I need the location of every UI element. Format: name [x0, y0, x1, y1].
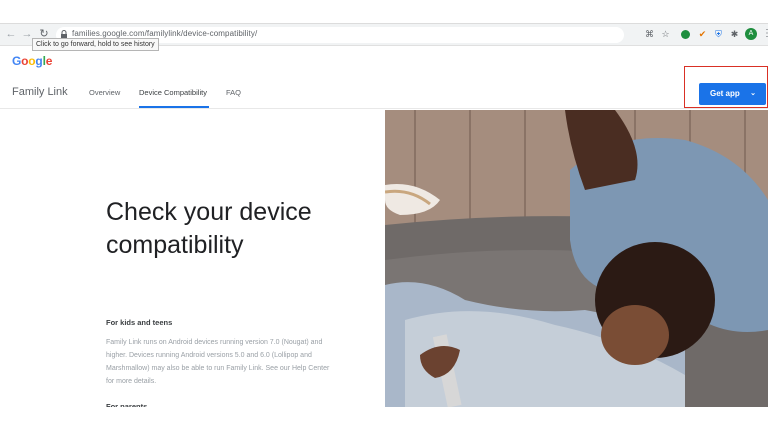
extension-green-icon[interactable]	[681, 30, 690, 39]
keyboard-icon[interactable]: ⌘	[644, 29, 655, 40]
back-icon[interactable]: ←	[4, 27, 18, 41]
screenshot-frame: ← → ↻ families.google.com/familylink/dev…	[0, 0, 768, 432]
get-app-button[interactable]: Get app ⌄	[699, 83, 766, 105]
kebab-icon[interactable]: ⋮	[762, 28, 768, 39]
puzzle-icon[interactable]: ✱	[729, 29, 740, 40]
logo-letter: e	[45, 54, 53, 68]
bottom-margin	[0, 407, 768, 432]
page-title: Check your device compatibility	[106, 198, 312, 259]
url-text[interactable]: families.google.com/familylink/device-co…	[72, 29, 257, 38]
kids-description: Family Link runs on Android devices runn…	[106, 339, 330, 385]
logo-letter: G	[12, 54, 22, 68]
active-tab-indicator	[139, 106, 209, 108]
hero-photo	[385, 110, 768, 407]
brand-name[interactable]: Family Link	[12, 86, 68, 98]
site-navigation: Family Link Overview Device Compatibilit…	[0, 76, 768, 109]
shield-icon[interactable]: ⛨	[713, 29, 724, 40]
star-icon[interactable]: ☆	[660, 29, 671, 40]
logo-letter: g	[35, 54, 43, 68]
chevron-down-icon: ⌄	[750, 90, 756, 97]
avatar[interactable]: A	[745, 28, 757, 40]
google-logo[interactable]: Google	[12, 54, 52, 68]
nav-device-compatibility[interactable]: Device Compatibility	[139, 88, 207, 97]
kids-heading: For kids and teens	[106, 318, 173, 327]
top-margin	[0, 0, 768, 24]
nav-overview[interactable]: Overview	[89, 88, 120, 97]
extension-orange-icon[interactable]: ✔	[697, 29, 708, 40]
nav-faq[interactable]: FAQ	[226, 88, 241, 97]
forward-tooltip: Click to go forward, hold to see history	[32, 38, 159, 51]
get-app-label: Get app	[710, 89, 740, 98]
